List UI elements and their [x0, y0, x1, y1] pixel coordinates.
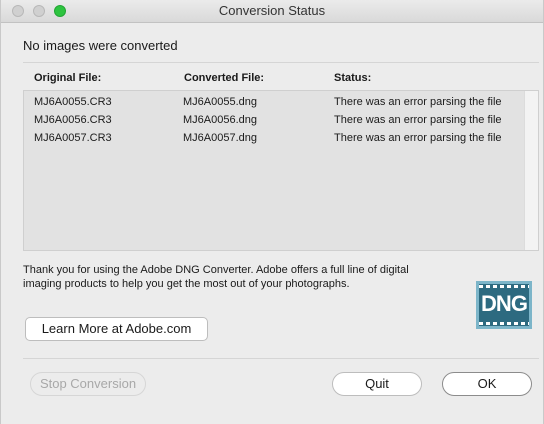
- original-file-name: MJ6A0056.CR3: [34, 114, 112, 126]
- list-item[interactable]: MJ6A0056.CR3 MJ6A0056.dng There was an e…: [24, 112, 524, 130]
- dng-logo: DNG: [476, 281, 532, 329]
- stop-conversion-button[interactable]: Stop Conversion: [30, 372, 146, 396]
- quit-button[interactable]: Quit: [332, 372, 422, 396]
- window-title: Conversion Status: [218, 3, 326, 18]
- conversion-results-list[interactable]: MJ6A0055.CR3 MJ6A0055.dng There was an e…: [23, 90, 539, 251]
- column-header-converted-file: Converted File:: [184, 72, 265, 84]
- learn-more-button[interactable]: Learn More at Adobe.com: [25, 317, 208, 341]
- film-perforation-top: [479, 285, 529, 288]
- original-file-name: MJ6A0055.CR3: [34, 96, 112, 108]
- list-item[interactable]: MJ6A0055.CR3 MJ6A0055.dng There was an e…: [24, 94, 524, 112]
- status-text: There was an error parsing the file: [334, 114, 502, 126]
- thank-you-message: Thank you for using the Adobe DNG Conver…: [23, 263, 468, 291]
- ok-button[interactable]: OK: [442, 372, 532, 396]
- list-scrollbar[interactable]: [524, 91, 538, 250]
- list-item[interactable]: MJ6A0057.CR3 MJ6A0057.dng There was an e…: [24, 130, 524, 148]
- converted-file-name: MJ6A0057.dng: [183, 132, 257, 144]
- film-perforation-bottom: [479, 322, 529, 325]
- converted-file-name: MJ6A0055.dng: [183, 96, 257, 108]
- divider: [23, 62, 539, 63]
- divider: [23, 358, 539, 359]
- column-header-original-file: Original File:: [34, 72, 102, 84]
- thank-you-line-2: imaging products to help you get the mos…: [23, 278, 350, 290]
- conversion-status-window: Conversion Status No images were convert…: [0, 0, 544, 424]
- title-bar: Conversion Status: [1, 0, 543, 23]
- dng-logo-text: DNG: [481, 291, 528, 316]
- original-file-name: MJ6A0057.CR3: [34, 132, 112, 144]
- conversion-result-headline: No images were converted: [23, 38, 178, 53]
- column-header-status: Status:: [334, 72, 372, 84]
- thank-you-line-1: Thank you for using the Adobe DNG Conver…: [23, 264, 409, 276]
- status-text: There was an error parsing the file: [334, 132, 502, 144]
- status-text: There was an error parsing the file: [334, 96, 502, 108]
- converted-file-name: MJ6A0056.dng: [183, 114, 257, 126]
